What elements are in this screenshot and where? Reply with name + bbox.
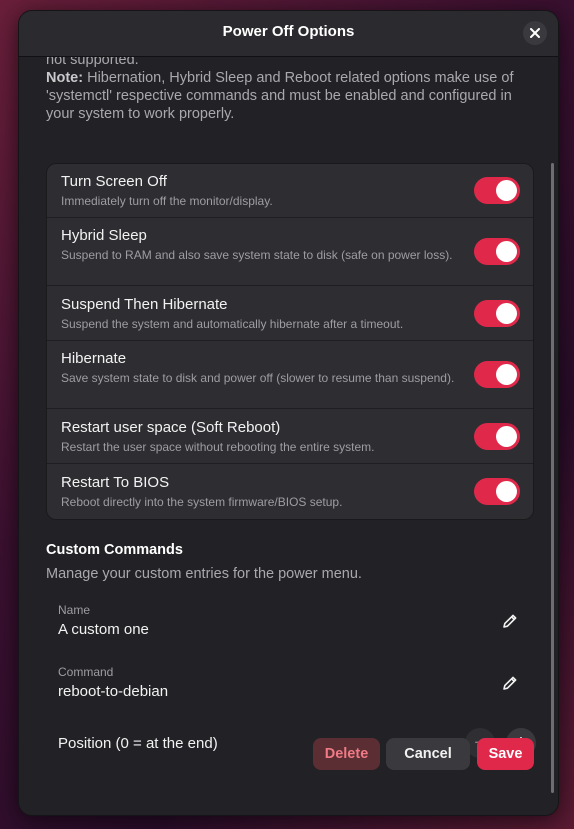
option-restart-to-bios[interactable]: Restart To BIOS Reboot directly into the… [47, 464, 533, 519]
option-title: Restart To BIOS [61, 474, 170, 491]
option-hybrid-sleep[interactable]: Hybrid Sleep Suspend to RAM and also sav… [47, 218, 533, 286]
name-field[interactable]: Name A custom one [58, 603, 518, 638]
option-subtitle: Reboot directly into the system firmware… [61, 495, 343, 509]
option-subtitle: Save system state to disk and power off … [61, 371, 455, 385]
intro-note: Note: Hibernation, Hybrid Sleep and Rebo… [46, 69, 536, 123]
option-suspend-then-hibernate[interactable]: Suspend Then Hibernate Suspend the syste… [47, 286, 533, 341]
cancel-button[interactable]: Cancel [386, 738, 470, 770]
titlebar: Power Off Options [19, 11, 558, 57]
command-label: Command [58, 665, 114, 679]
option-soft-reboot[interactable]: Restart user space (Soft Reboot) Restart… [47, 409, 533, 464]
command-value[interactable]: reboot-to-debian [58, 683, 518, 700]
power-off-options-dialog: Power Off Options not supported. Note: H… [18, 10, 559, 816]
name-label: Name [58, 603, 91, 617]
toggle-switch[interactable] [474, 300, 520, 327]
custom-commands-subtitle: Manage your custom entries for the power… [46, 566, 362, 582]
toggle-knob [496, 303, 517, 324]
option-turn-screen-off[interactable]: Turn Screen Off Immediately turn off the… [47, 164, 533, 218]
scroll-content[interactable]: not supported. Note: Hibernation, Hybrid… [19, 57, 558, 815]
option-title: Restart user space (Soft Reboot) [61, 419, 281, 436]
option-subtitle: Immediately turn off the monitor/display… [61, 194, 273, 208]
dialog-title: Power Off Options [222, 23, 355, 40]
toggle-knob [496, 364, 517, 385]
option-subtitle: Restart the user space without rebooting… [61, 440, 375, 454]
delete-button[interactable]: Delete [313, 738, 380, 770]
note-text: Hibernation, Hybrid Sleep and Reboot rel… [46, 70, 514, 122]
option-subtitle: Suspend to RAM and also save system stat… [61, 248, 453, 262]
pencil-icon[interactable] [500, 673, 520, 693]
position-label: Position (0 = at the end) [58, 735, 218, 752]
option-title: Turn Screen Off [61, 173, 167, 190]
toggle-switch[interactable] [474, 238, 520, 265]
option-hibernate[interactable]: Hibernate Save system state to disk and … [47, 341, 533, 409]
toggle-switch[interactable] [474, 423, 520, 450]
toggle-knob [496, 241, 517, 262]
toggle-knob [496, 481, 517, 502]
toggle-switch[interactable] [474, 361, 520, 388]
note-label: Note: [46, 70, 84, 86]
scrollbar[interactable] [551, 163, 554, 793]
close-icon [530, 28, 540, 38]
command-field[interactable]: Command reboot-to-debian [58, 665, 518, 700]
option-subtitle: Suspend the system and automatically hib… [61, 317, 404, 331]
option-title: Hibernate [61, 350, 127, 367]
intro-text: not supported. Note: Hibernation, Hybrid… [46, 57, 536, 123]
close-button[interactable] [523, 21, 547, 45]
toggle-knob [496, 180, 517, 201]
toggle-switch[interactable] [474, 177, 520, 204]
save-button[interactable]: Save [477, 738, 534, 770]
options-list: Turn Screen Off Immediately turn off the… [46, 163, 534, 520]
intro-line: not supported. [46, 57, 139, 68]
custom-commands-title: Custom Commands [46, 542, 183, 558]
option-title: Hybrid Sleep [61, 227, 147, 244]
name-value[interactable]: A custom one [58, 621, 518, 638]
toggle-switch[interactable] [474, 478, 520, 505]
toggle-knob [496, 426, 517, 447]
option-title: Suspend Then Hibernate [61, 296, 228, 313]
pencil-icon[interactable] [500, 611, 520, 631]
